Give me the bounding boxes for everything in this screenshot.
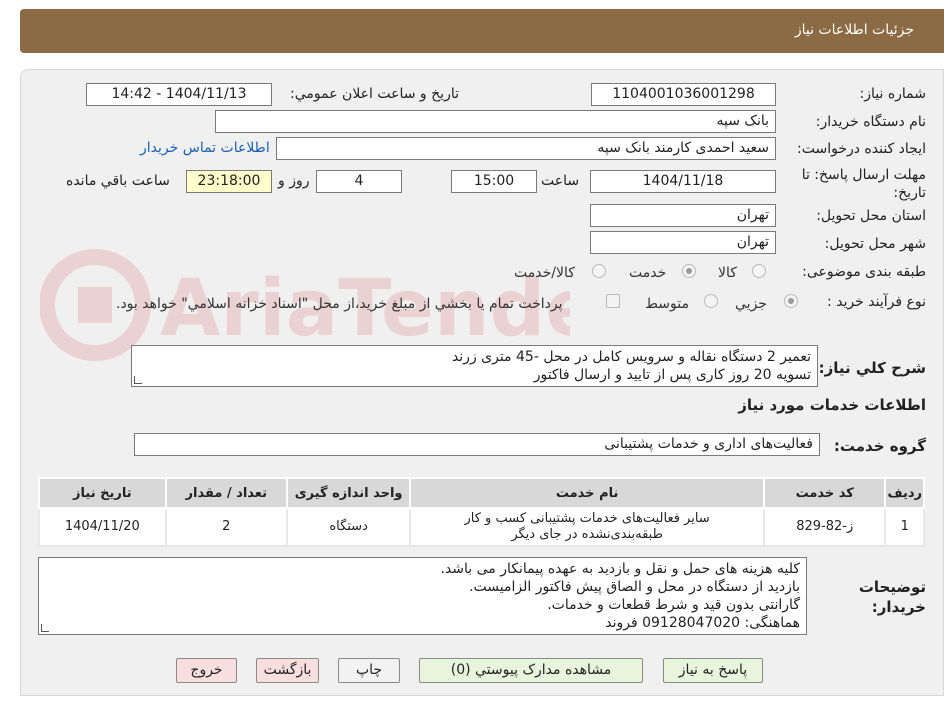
services-table-header: رديف كد خدمت نام خدمت واحد اندازه گيری ت… [38, 477, 925, 509]
need-number-label: شماره نیاز: [859, 86, 927, 102]
category-radio-goods-service[interactable] [592, 264, 606, 278]
buyer-org-label: نام دستگاه خريدار: [815, 114, 926, 130]
treasury-payment-note: پرداخت تمام يا بخشي از مبلغ خريد،از محل … [116, 296, 563, 312]
col-header-quantity: تعداد / مقدار [164, 477, 288, 509]
cell-quantity: 2 [164, 507, 288, 547]
process-radio-minor[interactable] [784, 294, 798, 308]
buyer-org-field[interactable]: بانک سپه [215, 110, 776, 133]
cell-date: 1404/11/20 [38, 507, 167, 547]
city-label: شهر محل تحويل: [824, 236, 926, 252]
deadline-date-field[interactable]: 1404/11/18 [590, 170, 776, 193]
description-textarea[interactable]: تعمیر 2 دستگاه نقاله و سرویس کامل در محل… [131, 345, 818, 387]
category-option-goods-service: كالا/خدمت [514, 265, 575, 281]
col-header-name: نام خدمت [409, 477, 765, 509]
category-option-service: خدمت [629, 265, 667, 281]
page-header: جزئیات اطلاعات نیاز [20, 9, 944, 53]
deadline-label: مهلت ارسال پاسخ: تا تاریخ: [801, 167, 926, 201]
buyer-notes-line-3: گارانتی بدون قید و شرط قطعات و خدمات. [547, 597, 800, 613]
description-line-1: تعمیر 2 دستگاه نقاله و سرویس کامل در محل… [451, 349, 811, 365]
need-number-field[interactable]: 1104001036001298 [591, 83, 776, 106]
treasury-payment-checkbox[interactable] [606, 294, 620, 308]
resize-handle-icon[interactable] [134, 376, 142, 384]
cell-name: سایر فعالیت‌های خدمات پشتیبانی کسب و کار… [409, 507, 765, 547]
announce-field[interactable]: 1404/11/13 - 14:42 [86, 83, 272, 106]
category-radio-goods[interactable] [752, 264, 766, 278]
cell-code: ز-82-829 [762, 507, 887, 547]
page-title: جزئیات اطلاعات نیاز [794, 22, 914, 38]
cell-index: 1 [884, 507, 925, 547]
category-radio-service[interactable] [682, 264, 696, 278]
buyer-notes-line-2: بازدید از دستگاه در محل و الصاق پیش فاکت… [469, 579, 800, 595]
col-header-code: كد خدمت [762, 477, 887, 509]
category-option-goods: كالا [718, 265, 737, 281]
process-option-medium: متوسط [645, 296, 689, 312]
exit-button[interactable]: خروج [176, 658, 237, 683]
buyer-notes-line-1: کلیه هزینه های حمل و نقل و بازدید به عهد… [440, 561, 800, 577]
buyer-notes-textarea[interactable]: کلیه هزینه های حمل و نقل و بازدید به عهد… [38, 557, 807, 635]
process-option-minor: جزيي [735, 296, 767, 312]
cell-unit: دستگاه [285, 507, 412, 547]
reply-button[interactable]: پاسخ به نياز [663, 658, 763, 683]
process-label: نوع فرآیند خرید : [827, 294, 926, 310]
service-group-label: گروه خدمت: [833, 437, 926, 455]
buyer-notes-label: توضيحات خريدار: [858, 578, 926, 616]
process-radio-medium[interactable] [704, 294, 718, 308]
table-row[interactable]: 1 ز-82-829 سایر فعالیت‌های خدمات پشتیبان… [38, 507, 925, 547]
city-field[interactable]: تهران [590, 231, 776, 254]
buyer-contact-link[interactable]: اطلاعات تماس خريدار [140, 140, 270, 156]
buyer-notes-line-4: هماهنگی: 09128047020 فروند [605, 615, 800, 631]
remaining-time-field: 23:18:00 [186, 170, 272, 193]
days-label: روز و [278, 173, 310, 189]
resize-handle-icon[interactable] [41, 624, 49, 632]
days-field[interactable]: 4 [316, 170, 402, 193]
cell-name-line-2: طبقه‌بندی‌نشده در جای دیگر [511, 527, 663, 542]
back-button[interactable]: بازگشت [256, 658, 319, 683]
description-label: شرح كلي نياز: [818, 359, 926, 377]
deadline-time-label: ساعت [541, 173, 580, 189]
province-field[interactable]: تهران [590, 204, 776, 227]
requester-field[interactable]: سعید احمدی کارمند بانک سپه [276, 137, 776, 160]
province-label: استان محل تحويل: [816, 208, 926, 224]
print-button[interactable]: چاپ [338, 658, 400, 683]
services-table: رديف كد خدمت نام خدمت واحد اندازه گيری ت… [38, 477, 925, 547]
service-group-field[interactable]: فعالیت‌های اداری و خدمات پشتیبانی [134, 433, 820, 456]
description-line-2: تسویه 20 روز کاری پس از تایید و ارسال فا… [533, 367, 811, 383]
category-label: طبقه بندی موضوعی: [802, 264, 926, 280]
col-header-date: تاريخ نياز [38, 477, 167, 509]
remaining-label: ساعت باقي مانده [66, 173, 170, 189]
requester-label: ايجاد كننده درخواست: [797, 141, 926, 157]
view-attachments-button[interactable]: مشاهده مدارک پيوستي (0) [419, 658, 643, 683]
services-section-title: اطلاعات خدمات مورد نياز [738, 396, 926, 414]
cell-name-line-1: سایر فعالیت‌های خدمات پشتیبانی کسب و کار [464, 511, 710, 526]
deadline-time-field[interactable]: 15:00 [451, 170, 537, 193]
announce-label: تاریخ و ساعت اعلان عمومي: [290, 86, 459, 102]
col-header-index: رديف [884, 477, 925, 509]
col-header-unit: واحد اندازه گيری [285, 477, 412, 509]
